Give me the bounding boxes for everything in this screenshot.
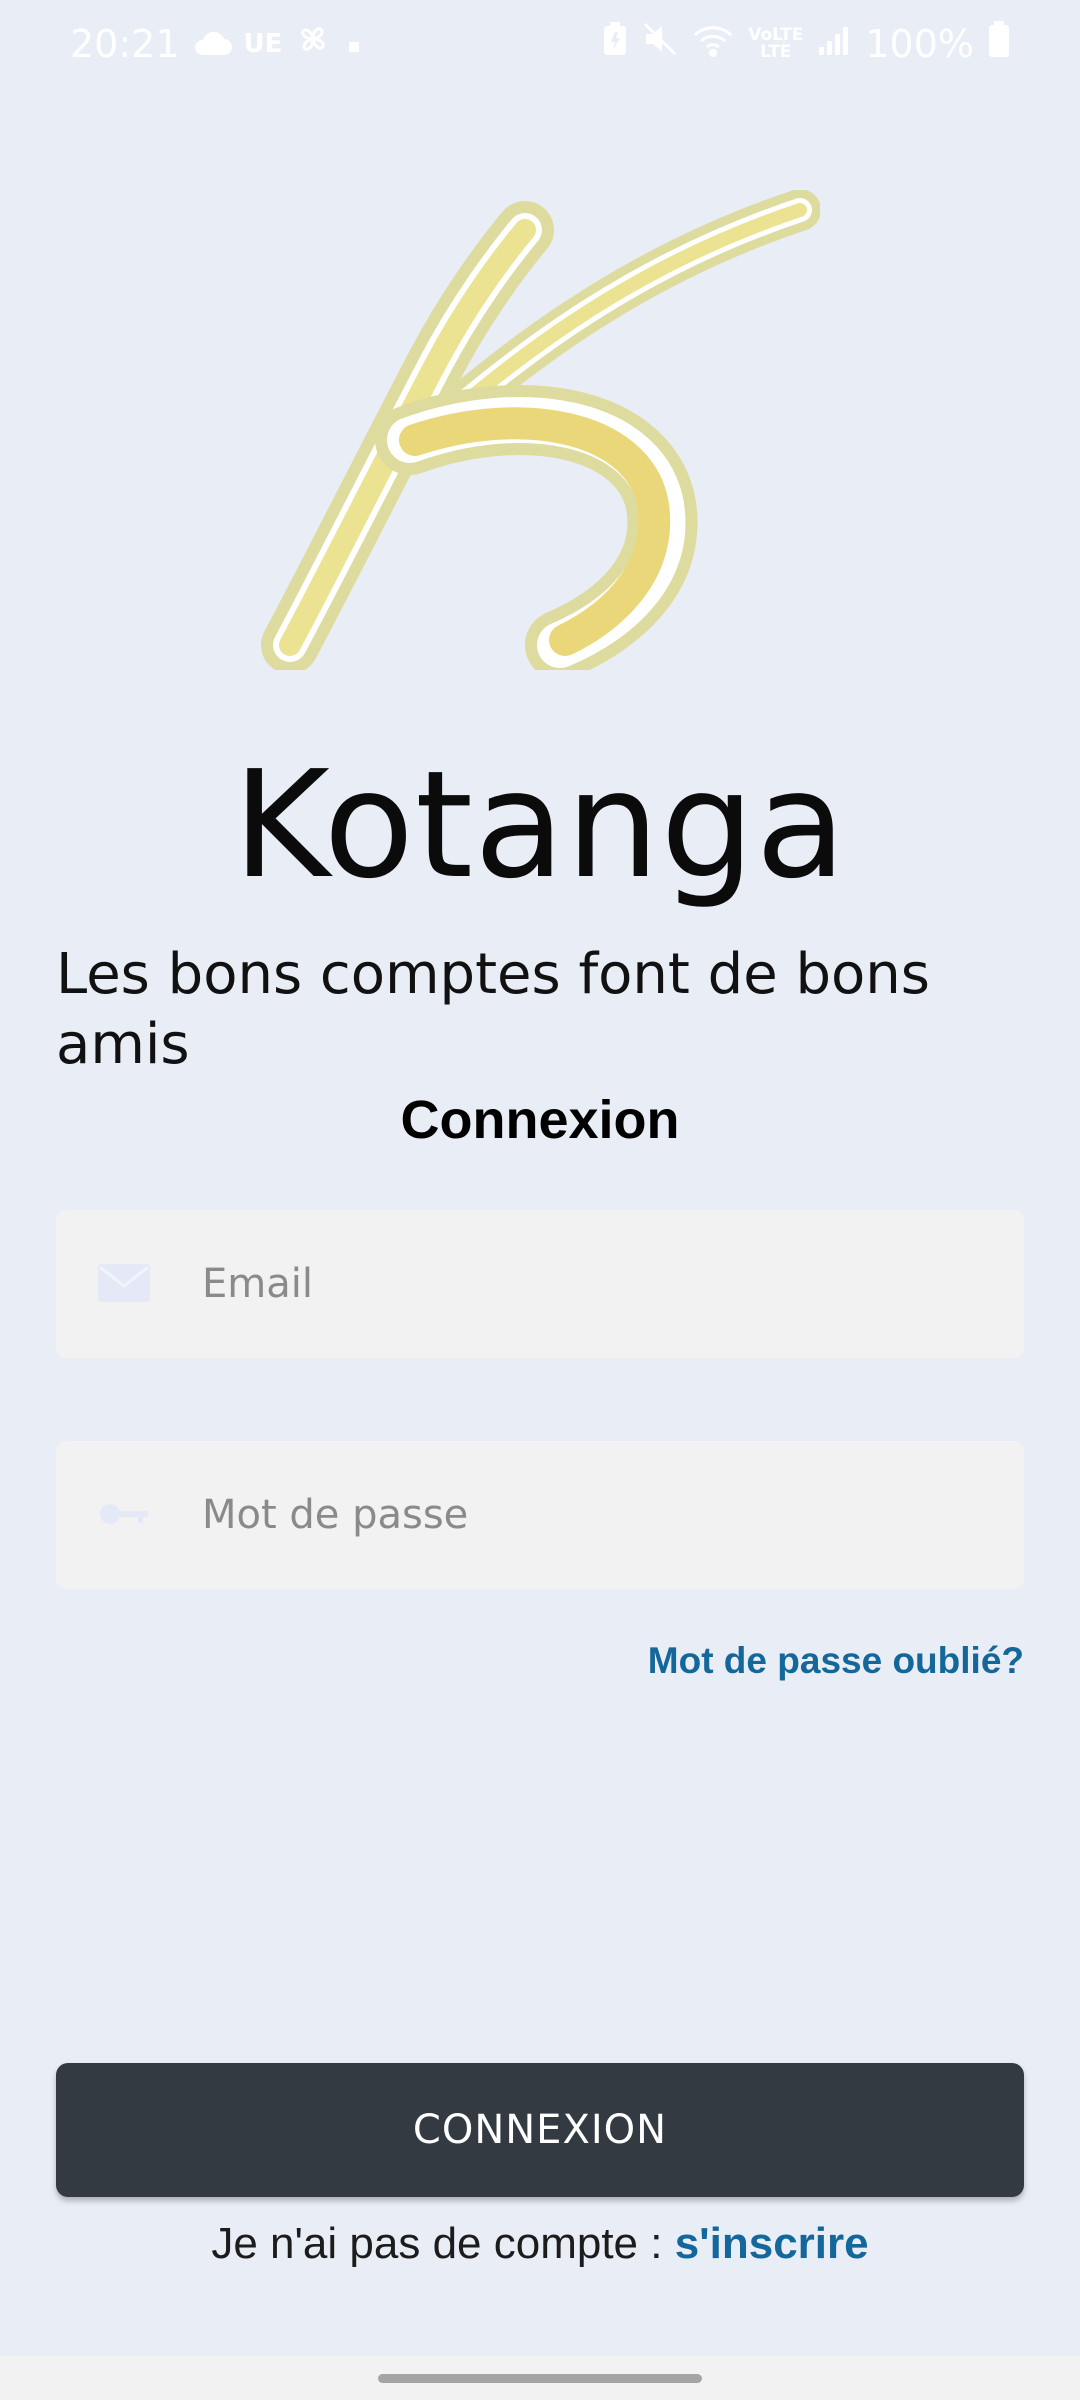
carrier-badge: UE <box>243 28 283 59</box>
volte-label: LTE <box>760 41 792 62</box>
email-field[interactable] <box>56 1210 1024 1358</box>
status-bar-left: 20:21 UE <box>70 20 364 67</box>
pinwheel-icon <box>294 20 332 67</box>
connexion-button[interactable]: CONNEXION <box>56 2063 1024 2197</box>
key-icon <box>96 1491 152 1537</box>
notification-dot-icon <box>344 22 364 66</box>
status-time: 20:21 <box>70 21 180 66</box>
volte-icon: VoLTE LTE <box>748 24 804 62</box>
password-field[interactable] <box>56 1441 1024 1589</box>
battery-saver-icon <box>602 21 628 66</box>
signal-icon <box>817 22 851 66</box>
app-title: Kotanga <box>232 739 848 911</box>
app-logo <box>260 189 821 680</box>
password-input[interactable] <box>202 1441 982 1589</box>
cloud-icon <box>192 22 232 66</box>
wifi-icon <box>692 22 734 66</box>
email-input[interactable] <box>202 1210 982 1358</box>
email-icon <box>96 1260 152 1306</box>
mute-icon <box>642 21 678 66</box>
status-bar: 20:21 UE VoLTE LTE 100% <box>0 0 1080 90</box>
home-gesture-handle[interactable] <box>378 2374 702 2383</box>
signup-link[interactable]: s'inscrire <box>675 2219 869 2268</box>
signup-line: Je n'ai pas de compte : s'inscrire <box>0 2214 1080 2274</box>
forgot-password-link[interactable]: Mot de passe oublié? <box>648 1636 1024 1686</box>
k-logo-icon <box>261 189 821 680</box>
status-bar-right: VoLTE LTE 100% <box>602 20 1010 67</box>
login-section-title: Connexion <box>400 1090 680 1150</box>
battery-icon <box>988 20 1010 67</box>
app-tagline: Les bons comptes font de bons amis <box>56 942 930 1077</box>
battery-percent: 100% <box>865 21 974 66</box>
signup-prompt: Je n'ai pas de compte : <box>211 2219 675 2268</box>
